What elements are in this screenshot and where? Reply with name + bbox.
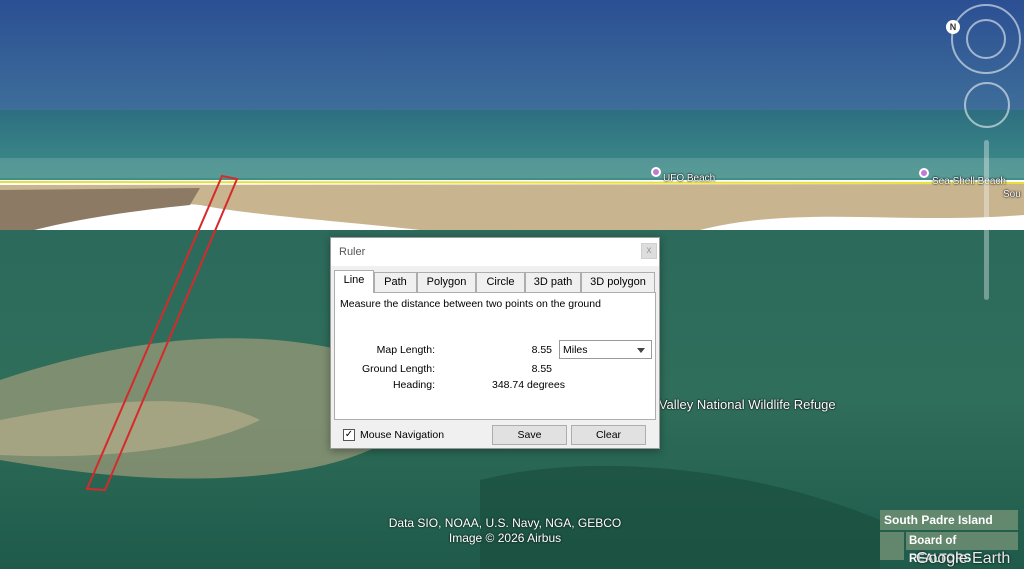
palm-tree-icon <box>880 532 904 560</box>
place-pin-icon[interactable] <box>919 168 929 178</box>
tab-line[interactable]: Line <box>334 270 374 293</box>
refuge-label: e Valley National Wildlife Refuge <box>648 397 836 412</box>
heading-label: Heading: <box>392 379 435 391</box>
place-pin-icon[interactable] <box>651 167 661 177</box>
zoom-slider[interactable] <box>984 140 989 300</box>
dialog-titlebar[interactable]: Ruler x <box>331 238 659 266</box>
heading-value: 348.74 degrees <box>492 379 565 391</box>
save-button[interactable]: Save <box>492 425 567 445</box>
ground-length-label: Ground Length: <box>362 363 435 375</box>
close-icon[interactable]: x <box>641 243 657 259</box>
tab-polygon[interactable]: Polygon <box>417 272 476 292</box>
ruler-panel: Measure the distance between two points … <box>334 292 656 420</box>
place-label-partial[interactable]: Sou <box>1003 189 1021 200</box>
dialog-title: Ruler <box>339 246 366 258</box>
mouse-navigation-checkbox[interactable]: ✓ <box>343 429 355 441</box>
map-credits: Data SIO, NOAA, U.S. Navy, NGA, GEBCO <box>388 516 622 530</box>
ground-length-value: 8.55 <box>531 363 552 375</box>
mouse-navigation-label[interactable]: Mouse Navigation <box>360 429 444 441</box>
look-control-inner[interactable] <box>966 19 1006 59</box>
unit-select[interactable]: Miles <box>559 340 652 359</box>
chevron-down-icon <box>637 348 645 353</box>
north-button-icon[interactable]: N <box>946 20 960 34</box>
logo-text-line1: South Padre Island <box>880 510 1018 530</box>
map-length-label: Map Length: <box>376 344 435 356</box>
tab-3d-polygon[interactable]: 3D polygon <box>581 272 655 292</box>
tab-3d-path[interactable]: 3D path <box>525 272 581 292</box>
clear-button[interactable]: Clear <box>571 425 646 445</box>
google-earth-logo: Google Earth <box>916 550 1011 567</box>
place-label[interactable]: UFO Beach <box>663 173 715 184</box>
ruler-description: Measure the distance between two points … <box>340 298 601 310</box>
ruler-dialog: Ruler x Line Path Polygon Circle 3D path… <box>330 237 660 449</box>
tab-path[interactable]: Path <box>374 272 417 292</box>
measure-line <box>0 181 1024 184</box>
unit-select-value: Miles <box>563 344 588 356</box>
logo-text-line2: Board of REALTORS <box>906 532 1018 565</box>
map-length-value: 8.55 <box>531 344 552 356</box>
map-credits-image: Image © 2026 Airbus <box>448 531 562 545</box>
tab-circle[interactable]: Circle <box>476 272 525 292</box>
place-label[interactable]: Sea Shell Beach <box>932 176 1006 187</box>
move-control-ring[interactable] <box>964 82 1010 128</box>
